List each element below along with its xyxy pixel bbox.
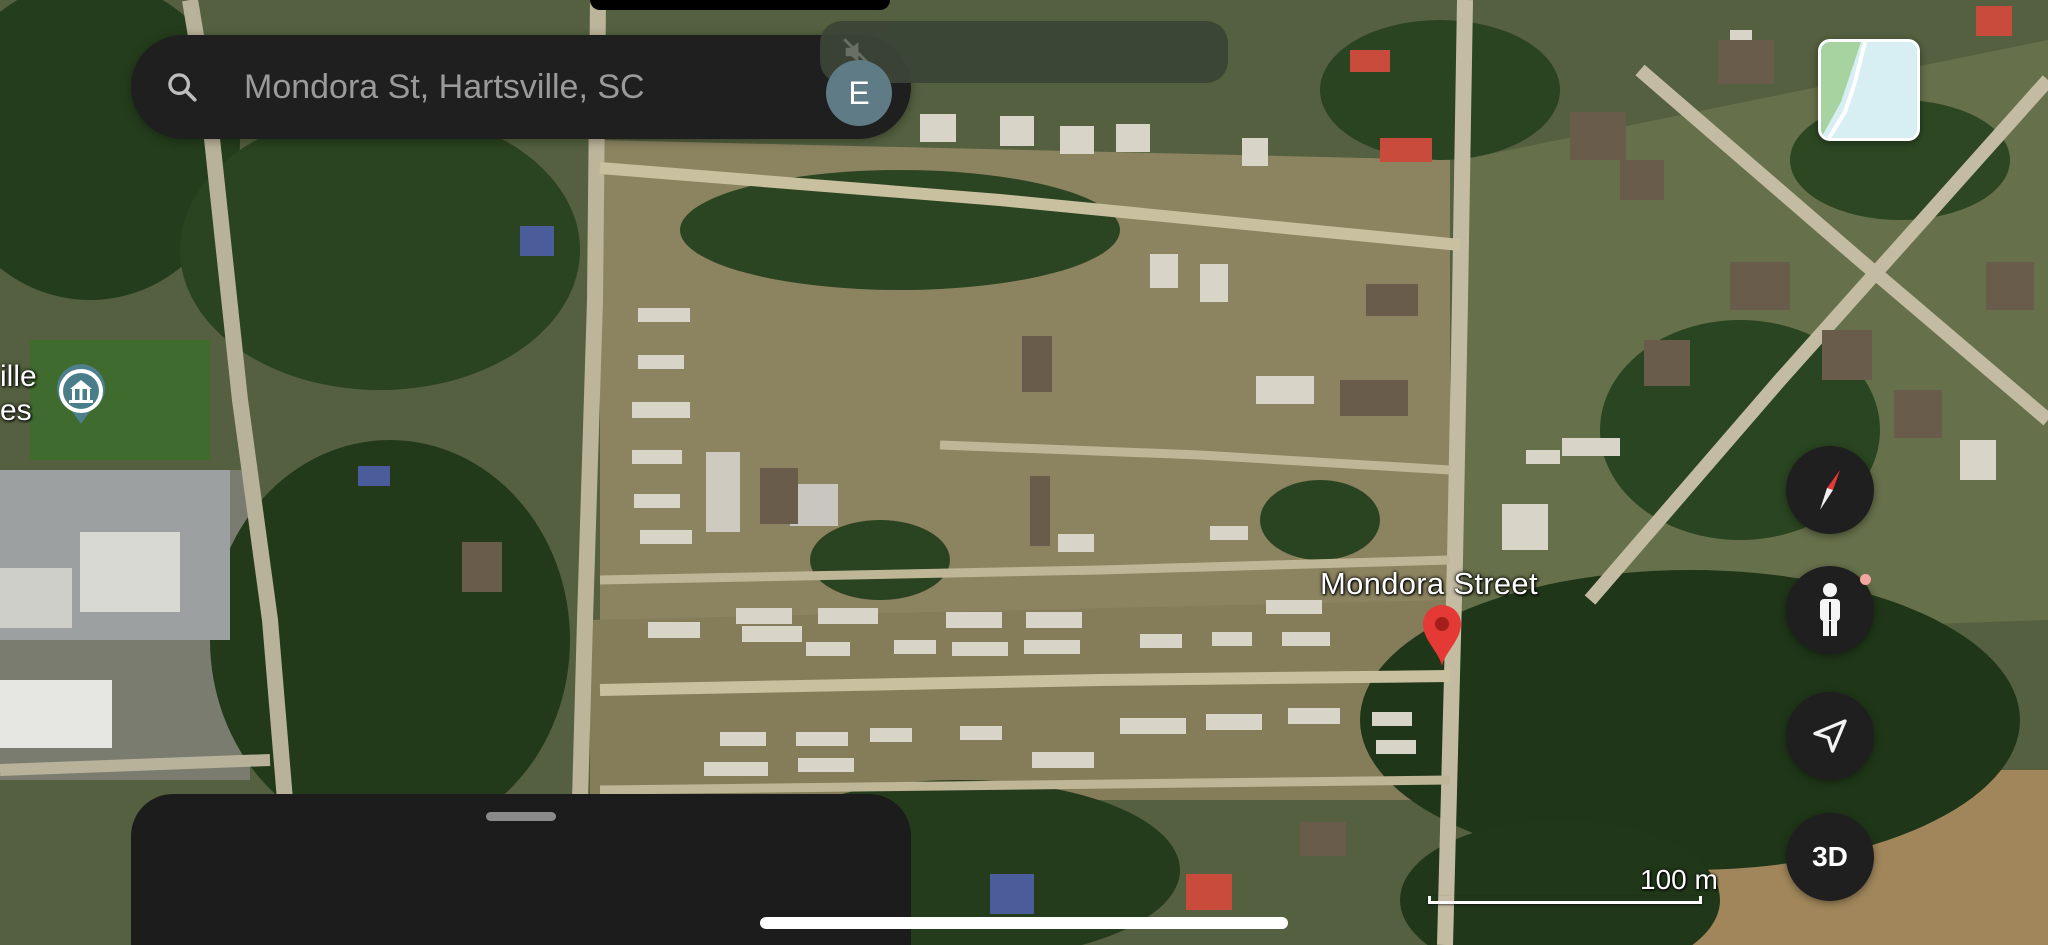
notification-dot	[1860, 574, 1871, 585]
sheet-drag-handle[interactable]	[486, 812, 556, 821]
my-location-button[interactable]	[1786, 692, 1874, 780]
scale-bar	[1428, 896, 1702, 904]
gazebo-place-icon[interactable]	[54, 364, 108, 426]
search-input[interactable]: Mondora St, Hartsville, SC	[244, 68, 645, 107]
map-layer-thumbnail[interactable]	[1818, 39, 1920, 141]
compass-icon	[1820, 470, 1840, 510]
compass-button[interactable]	[1786, 446, 1874, 534]
account-avatar[interactable]: E	[826, 60, 892, 126]
place-label-line2: es	[0, 394, 32, 427]
street-label[interactable]: Mondora Street	[1320, 566, 1538, 602]
status-notch	[590, 0, 890, 10]
map-layer-icon	[1821, 42, 1917, 138]
search-bar[interactable]: Mondora St, Hartsville, SC	[131, 35, 911, 139]
home-indicator[interactable]	[760, 917, 1288, 929]
my-location-arrow-icon	[1813, 719, 1847, 753]
place-label-line1: ille	[0, 360, 37, 393]
3d-toggle-button[interactable]: 3D	[1786, 813, 1874, 901]
search-icon[interactable]	[165, 70, 199, 104]
scale-label: 100 m	[1640, 864, 1718, 895]
location-pin-icon[interactable]	[1421, 604, 1463, 666]
street-view-pegman-icon	[1820, 583, 1840, 636]
place-label[interactable]: ille es	[0, 360, 37, 428]
